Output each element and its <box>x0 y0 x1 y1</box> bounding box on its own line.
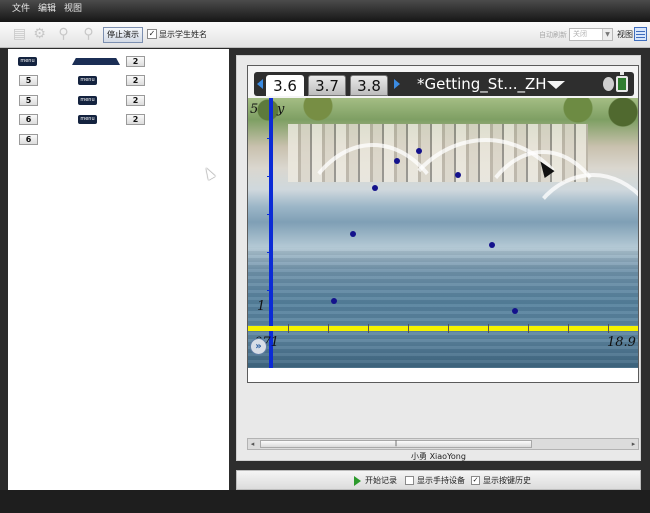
zoom-out-icon[interactable]: ⚲ <box>80 26 97 43</box>
play-icon[interactable] <box>354 476 361 486</box>
x-tick <box>368 324 369 333</box>
list-item[interactable]: 5 menu 2 <box>8 95 230 109</box>
tab-3-8[interactable]: 3.8 <box>350 75 388 96</box>
autorefresh-label: 自动刷新 <box>539 31 567 39</box>
calculator-screen[interactable]: 3.6 3.7 3.8 *Getting_St..._ZH 5 y 1 18.9… <box>247 65 639 383</box>
menu-file[interactable]: 文件 <box>12 4 30 15</box>
scroll-thumb[interactable]: ‖ <box>260 440 532 448</box>
scroll-left-icon[interactable]: ◂ <box>248 439 257 449</box>
chevron-down-icon: ▼ <box>602 29 612 40</box>
progress-bar <box>72 58 120 65</box>
tab-3-6[interactable]: 3.6 <box>266 75 304 96</box>
y-axis-label: y <box>277 102 285 117</box>
data-point[interactable] <box>331 298 337 304</box>
data-point[interactable] <box>416 148 422 154</box>
data-point[interactable] <box>372 185 378 191</box>
page-badge: 6 <box>19 134 38 145</box>
data-point[interactable] <box>512 308 518 314</box>
x-tick <box>448 324 449 333</box>
list-item[interactable]: 6 <box>8 134 230 148</box>
y-max-label: 5 <box>250 102 259 117</box>
list-item[interactable]: 5 menu 2 <box>8 75 230 89</box>
toolbar: ▤ ⚙ ⚲ ⚲ 停止演示 ✓ 显示学生姓名 自动刷新 关闭 ▼ 视图 <box>0 22 650 48</box>
menu-icon: menu <box>78 96 97 105</box>
count-badge: 2 <box>126 114 145 125</box>
x-max-label: 18.9 <box>607 335 636 350</box>
y-tick <box>267 138 273 139</box>
horizontal-scrollbar[interactable]: ◂ ‖ ▸ <box>247 438 639 450</box>
mouse-pointer-icon <box>202 165 216 181</box>
x-tick <box>528 324 529 333</box>
menu-icon: menu <box>18 57 37 66</box>
student-list-panel: menu 2 5 menu 2 5 menu 2 6 menu 2 6 <box>8 49 230 490</box>
autorefresh-value: 关闭 <box>573 30 587 38</box>
show-handheld-label: 显示手持设备 <box>417 476 465 485</box>
settings-icon <box>603 77 614 91</box>
page-badge: 5 <box>19 95 38 106</box>
y-tick <box>267 252 273 253</box>
live-presenter-panel: 3.6 3.7 3.8 *Getting_St..._ZH 5 y 1 18.9… <box>229 49 650 490</box>
gear-icon[interactable]: ⚙ <box>31 26 48 43</box>
x-tick <box>408 324 409 333</box>
menu-edit[interactable]: 编辑 <box>38 4 56 15</box>
zoom-in-icon[interactable]: ⚲ <box>55 26 72 43</box>
chevron-down-icon[interactable] <box>547 81 565 89</box>
stop-demo-button[interactable]: 停止演示 <box>103 27 143 43</box>
graph-area[interactable]: 5 y 1 .071 18.9 » <box>248 98 638 368</box>
count-badge: 2 <box>126 56 145 67</box>
count-badge: 2 <box>126 95 145 106</box>
x-tick <box>568 324 569 333</box>
x-tick <box>328 324 329 333</box>
previous-page-icon[interactable] <box>257 79 263 89</box>
list-item[interactable]: menu 2 <box>8 56 230 70</box>
data-point[interactable] <box>455 172 461 178</box>
show-names-label: 显示学生姓名 <box>159 30 207 39</box>
screenshot-icon[interactable]: ▤ <box>11 26 28 43</box>
x-tick <box>288 324 289 333</box>
y-tick <box>267 214 273 215</box>
tab-strip: 3.6 3.7 3.8 *Getting_St..._ZH <box>254 72 634 96</box>
data-point[interactable] <box>394 158 400 164</box>
y-one-label: 1 <box>257 299 266 314</box>
start-record-button[interactable]: 开始记录 <box>365 476 397 486</box>
calculator-tab-bar: 3.6 3.7 3.8 *Getting_St..._ZH <box>248 66 638 98</box>
list-view-icon[interactable] <box>634 27 647 41</box>
menu-view[interactable]: 视图 <box>64 4 82 15</box>
teacher-software-window: 文件 编辑 视图 ▤ ⚙ ⚲ ⚲ 停止演示 ✓ 显示学生姓名 自动刷新 关闭 ▼… <box>0 0 650 490</box>
student-name-label: 小勇 XiaoYong <box>411 452 466 461</box>
show-key-history-checkbox[interactable]: ✓ <box>471 476 480 485</box>
page-badge: 5 <box>19 75 38 86</box>
menu-bar: 文件 编辑 视图 <box>0 0 650 22</box>
next-page-icon[interactable] <box>394 79 400 89</box>
y-tick <box>267 176 273 177</box>
count-badge: 2 <box>126 75 145 86</box>
data-point[interactable] <box>350 231 356 237</box>
x-tick <box>488 324 489 333</box>
document-title: *Getting_St..._ZH <box>417 75 547 93</box>
handheld-preview: 3.6 3.7 3.8 *Getting_St..._ZH 5 y 1 18.9… <box>236 55 641 513</box>
autorefresh-select[interactable]: 关闭 ▼ <box>569 28 613 41</box>
battery-icon <box>616 72 628 92</box>
x-tick <box>608 324 609 333</box>
data-point[interactable] <box>489 242 495 248</box>
page-badge: 6 <box>19 114 38 125</box>
recording-bar: 开始记录 显示手持设备 ✓ 显示按键历史 <box>236 470 641 490</box>
y-tick <box>267 290 273 291</box>
menu-icon: menu <box>78 115 97 124</box>
menu-icon: menu <box>78 76 97 85</box>
tab-3-7[interactable]: 3.7 <box>308 75 346 96</box>
show-key-history-label: 显示按键历史 <box>483 476 531 485</box>
x-axis <box>248 326 638 331</box>
show-names-checkbox[interactable]: ✓ <box>147 29 157 39</box>
list-item[interactable]: 6 menu 2 <box>8 114 230 128</box>
show-handheld-checkbox[interactable] <box>405 476 414 485</box>
scroll-right-icon[interactable]: ▸ <box>629 439 638 449</box>
view-label: 视图 <box>617 30 633 39</box>
expand-toolbar-icon[interactable]: » <box>250 338 267 355</box>
